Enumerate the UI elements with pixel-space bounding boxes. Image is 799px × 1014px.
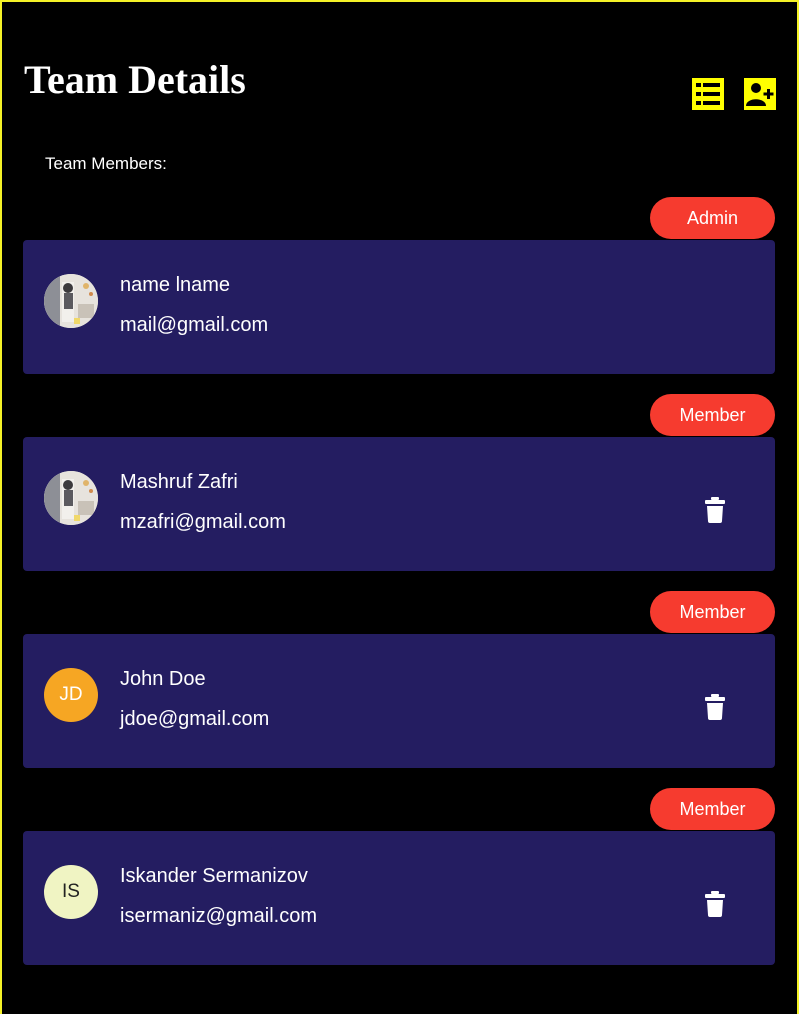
team-members-label: Team Members: bbox=[45, 154, 167, 173]
role-badge: Member bbox=[650, 394, 775, 436]
avatar-photo bbox=[44, 274, 98, 328]
avatar-initials: JD bbox=[44, 668, 98, 722]
member-name: John Doe bbox=[120, 668, 206, 690]
avatar-initials: IS bbox=[44, 865, 98, 919]
role-badge: Member bbox=[650, 788, 775, 830]
role-badge: Admin bbox=[650, 197, 775, 239]
team-details-panel: Team Details Team Members: Admin name ln… bbox=[0, 0, 799, 1014]
page-title: Team Details bbox=[24, 57, 246, 102]
member-card[interactable]: JD John Doe jdoe@gmail.com bbox=[23, 634, 775, 768]
member-email: mzafri@gmail.com bbox=[120, 511, 286, 533]
member-name: name lname bbox=[120, 274, 231, 296]
member-card[interactable]: name lname mail@gmail.com bbox=[23, 240, 775, 374]
trash-icon[interactable] bbox=[704, 891, 726, 917]
member-email: isermaniz@gmail.com bbox=[120, 905, 318, 927]
avatar-photo bbox=[44, 471, 98, 525]
member-name: Mashruf Zafri bbox=[120, 471, 238, 493]
trash-icon[interactable] bbox=[704, 694, 726, 720]
member-card[interactable]: Mashruf Zafri mzafri@gmail.com bbox=[23, 437, 775, 571]
member-card[interactable]: IS Iskander Sermanizov isermaniz@gmail.c… bbox=[23, 831, 775, 965]
list-icon[interactable] bbox=[692, 78, 724, 110]
member-email: jdoe@gmail.com bbox=[120, 708, 270, 730]
add-user-icon[interactable] bbox=[744, 78, 776, 110]
role-badge: Member bbox=[650, 591, 775, 633]
member-email: mail@gmail.com bbox=[120, 314, 269, 336]
member-name: Iskander Sermanizov bbox=[120, 865, 308, 887]
trash-icon[interactable] bbox=[704, 497, 726, 523]
